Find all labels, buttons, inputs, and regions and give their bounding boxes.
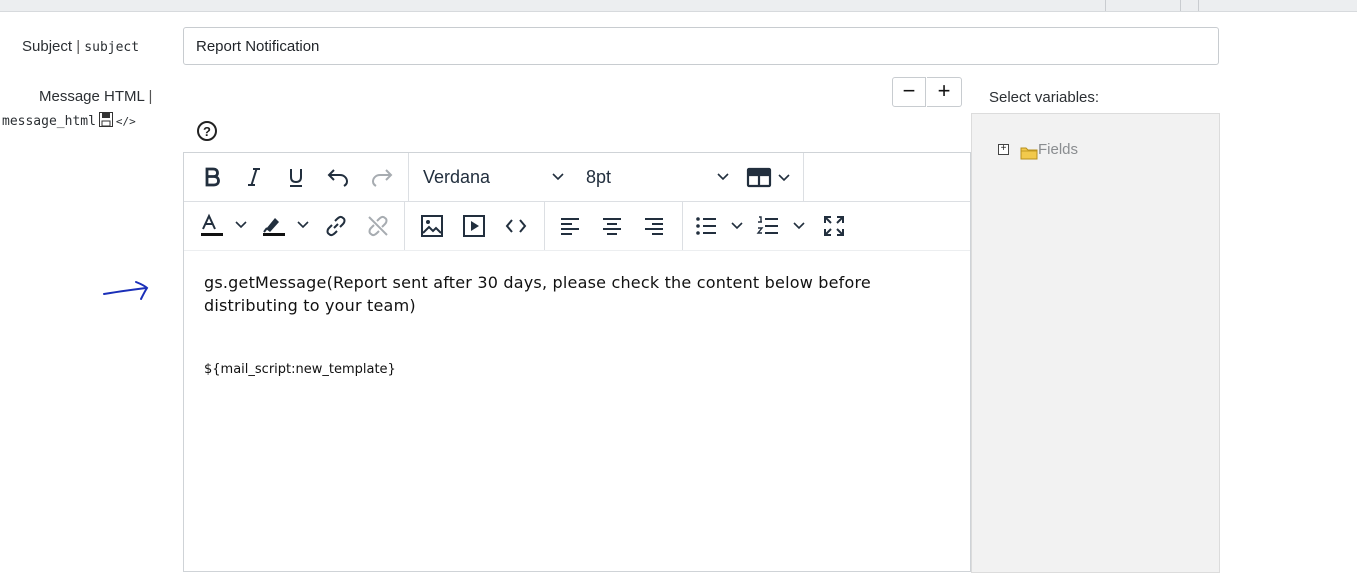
body-paragraph-1: gs.getMessage(Report sent after 30 days,… [204, 273, 871, 315]
bullet-list-icon[interactable] [694, 209, 748, 243]
italic-icon[interactable] [240, 160, 268, 194]
toolbar-row-2 [184, 202, 970, 251]
folder-icon [1020, 146, 1038, 165]
select-variables-title: Select variables: [989, 89, 1100, 106]
message-html-label-text: Message HTML [39, 88, 145, 105]
underline-icon[interactable] [282, 160, 310, 194]
rich-text-editor: Verdana 8pt gs.getMessage(Report sent af… [183, 152, 971, 572]
table-icon[interactable] [744, 160, 794, 194]
unlink-icon[interactable] [364, 209, 392, 243]
font-family-select[interactable]: Verdana [409, 153, 569, 201]
annotation-arrow-icon [103, 281, 149, 300]
toolbar-separator [544, 202, 545, 250]
align-right-icon[interactable] [640, 209, 668, 243]
top-bar [0, 0, 1357, 12]
subject-input[interactable]: Report Notification [183, 27, 1219, 65]
message-field-row: message_html </> [2, 112, 136, 131]
code-icon[interactable] [502, 209, 530, 243]
source-code-link[interactable]: </> [116, 115, 136, 128]
highlight-color-icon[interactable] [260, 209, 312, 243]
zoom-in-button[interactable]: + [927, 77, 962, 107]
align-left-icon[interactable] [556, 209, 584, 243]
save-icon[interactable] [98, 112, 113, 131]
expand-icon[interactable]: + [998, 144, 1009, 155]
top-bar-divider [1180, 0, 1181, 11]
top-bar-divider [1105, 0, 1106, 11]
chevron-down-icon [716, 160, 730, 194]
message-field-name: message_html [2, 114, 96, 129]
subject-label: Subject | subject [22, 38, 139, 55]
font-size-select[interactable]: 8pt [572, 153, 732, 201]
undo-icon[interactable] [324, 160, 352, 194]
label-separator: | [76, 38, 81, 55]
top-bar-divider [1198, 0, 1199, 11]
subject-field-name: subject [84, 40, 140, 55]
bold-icon[interactable] [198, 160, 226, 194]
font-size-value: 8pt [586, 167, 612, 187]
body-paragraph-2: ${mail_script:new_template} [204, 362, 396, 377]
fullscreen-icon[interactable] [820, 209, 848, 243]
image-icon[interactable] [418, 209, 446, 243]
toolbar-separator [803, 153, 804, 201]
link-icon[interactable] [322, 209, 350, 243]
variables-panel: + Fields [971, 113, 1220, 573]
label-separator: | [148, 88, 153, 105]
zoom-out-button[interactable]: − [892, 77, 926, 107]
numbered-list-icon[interactable] [756, 209, 810, 243]
toolbar-row-1: Verdana 8pt [184, 153, 970, 202]
subject-label-text: Subject [22, 38, 73, 55]
redo-icon[interactable] [368, 160, 396, 194]
align-center-icon[interactable] [598, 209, 626, 243]
text-color-icon[interactable] [198, 209, 250, 243]
media-icon[interactable] [460, 209, 488, 243]
editor-content[interactable]: gs.getMessage(Report sent after 30 days,… [204, 271, 904, 377]
tree-node-fields[interactable]: Fields [1038, 141, 1078, 158]
toolbar-separator [682, 202, 683, 250]
chevron-down-icon [551, 160, 565, 194]
help-icon[interactable]: ? [197, 121, 217, 141]
message-html-label: Message HTML | [39, 88, 152, 105]
toolbar-separator [404, 202, 405, 250]
font-family-value: Verdana [423, 167, 491, 187]
